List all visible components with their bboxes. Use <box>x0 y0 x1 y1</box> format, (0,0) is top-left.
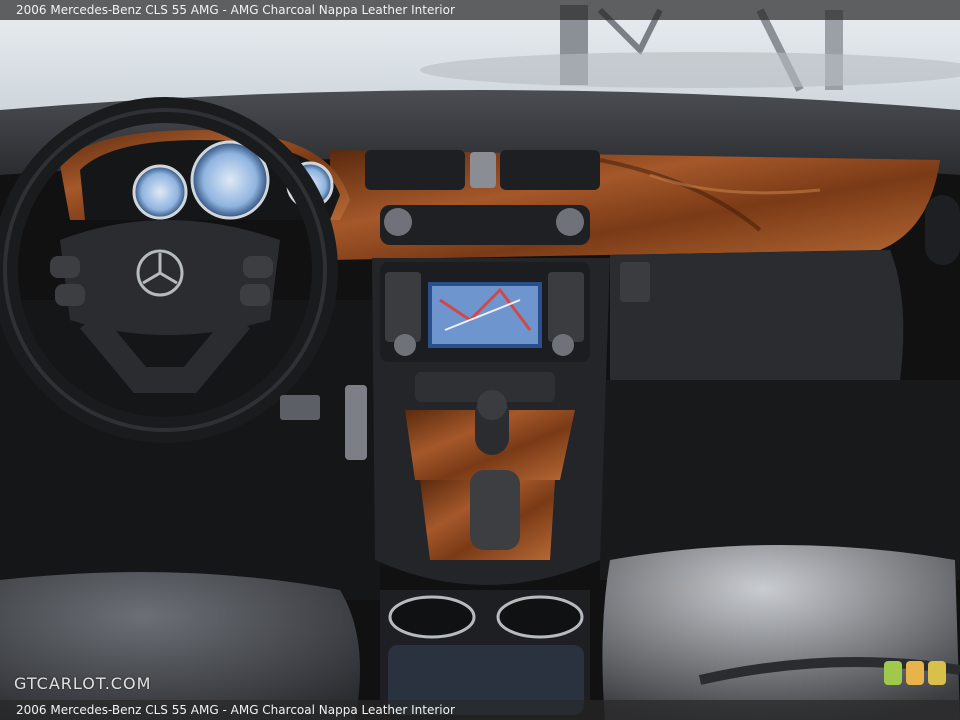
photo-stage: 2006 Mercedes-Benz CLS 55 AMG - AMG Char… <box>0 0 960 720</box>
gtcarlot-badge-icon <box>884 661 946 685</box>
car-interior-photo <box>0 0 960 720</box>
image-caption-bottom: 2006 Mercedes-Benz CLS 55 AMG - AMG Char… <box>0 700 960 720</box>
watermark-logo: GTCARLOT.COM <box>14 674 152 693</box>
image-caption-top: 2006 Mercedes-Benz CLS 55 AMG - AMG Char… <box>0 0 960 20</box>
